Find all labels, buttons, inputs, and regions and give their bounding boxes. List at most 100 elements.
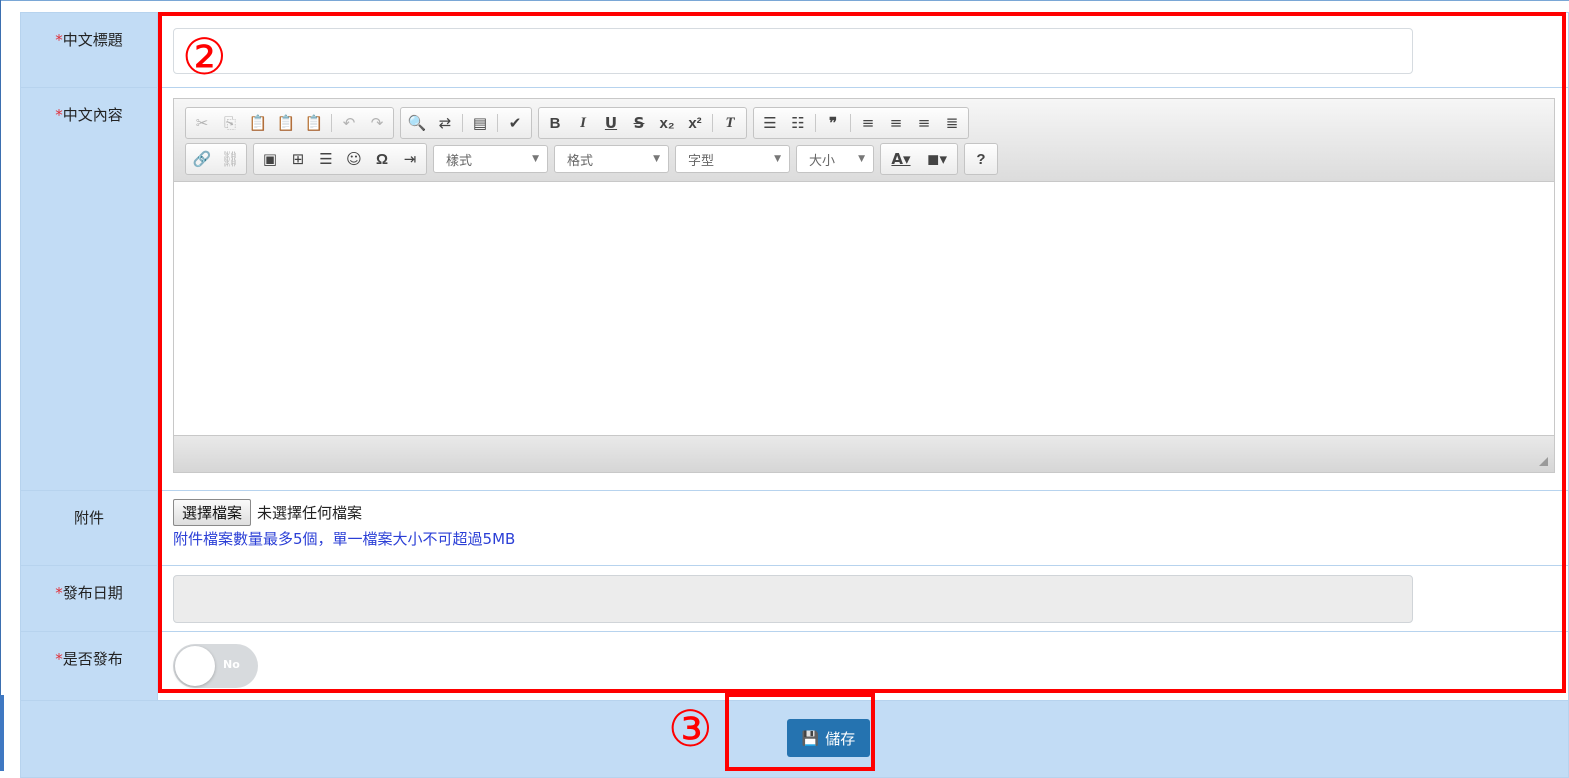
- title-label: *中文標題: [20, 12, 158, 88]
- unlink-icon[interactable]: ⛓: [218, 146, 242, 172]
- is-published-label: *是否發布: [20, 631, 158, 701]
- align-right-icon[interactable]: ≡: [912, 110, 936, 136]
- select-all-icon[interactable]: ▤: [468, 110, 492, 136]
- superscript-icon[interactable]: x²: [683, 110, 707, 136]
- cut-icon[interactable]: ✂: [190, 110, 214, 136]
- title-label-text: 中文標題: [62, 31, 123, 49]
- link-icon[interactable]: 🔗: [190, 146, 214, 172]
- title-field-cell: [157, 12, 1569, 88]
- styles-select[interactable]: 樣式 ▼: [433, 145, 548, 173]
- paste-text-icon[interactable]: 📋: [274, 110, 298, 136]
- toolbar-separator: [462, 114, 463, 132]
- content-label: *中文內容: [20, 87, 158, 491]
- help-icon[interactable]: ?: [969, 146, 993, 172]
- table-icon[interactable]: ⊞: [286, 146, 310, 172]
- font-select-label: 字型: [688, 153, 715, 169]
- left-border: [0, 0, 1, 771]
- save-button[interactable]: 💾 儲存: [786, 719, 871, 757]
- smiley-icon[interactable]: ☺: [342, 146, 366, 172]
- toolbar-separator: [712, 114, 713, 132]
- toolbar-separator: [497, 114, 498, 132]
- title-input[interactable]: [173, 28, 1413, 74]
- required-mark: *: [55, 31, 63, 49]
- toolbar-row-1: ✂ ⎘ 📋 📋 📋 ↶ ↷ 🔍 ⇄ ▤ ✔ B I U S x₂ x² T ☰ …: [185, 105, 1554, 141]
- justify-icon[interactable]: ≣: [940, 110, 964, 136]
- chevron-down-icon: ▼: [653, 154, 660, 164]
- file-status-text: 未選擇任何檔案: [257, 504, 363, 522]
- colors-group: A▾ ◼▾: [880, 143, 958, 175]
- redo-icon[interactable]: ↷: [365, 110, 389, 136]
- editor-status-bar: [174, 435, 1554, 472]
- publish-date-label-text: 發布日期: [62, 584, 123, 602]
- horizontal-rule-icon[interactable]: ☰: [314, 146, 338, 172]
- strikethrough-icon[interactable]: S: [627, 110, 651, 136]
- bg-color-icon[interactable]: ◼▾: [921, 146, 953, 172]
- rich-text-editor: ✂ ⎘ 📋 📋 📋 ↶ ↷ 🔍 ⇄ ▤ ✔ B I U S x₂ x² T ☰ …: [173, 98, 1555, 473]
- styles-select-label: 樣式: [446, 153, 473, 169]
- find-icon[interactable]: 🔍: [405, 110, 429, 136]
- form-footer: 💾 儲存: [20, 700, 1569, 778]
- text-color-icon[interactable]: A▾: [885, 146, 917, 172]
- news-form: *中文標題 *中文內容 ✂ ⎘ 📋 📋 📋 ↶ ↷ 🔍 ⇄ ▤ ✔ B I U …: [20, 12, 1569, 778]
- attachment-label-text: 附件: [73, 509, 104, 527]
- publish-toggle[interactable]: No: [173, 644, 258, 688]
- publish-date-cell: [157, 565, 1569, 632]
- subscript-icon[interactable]: x₂: [655, 110, 679, 136]
- bulleted-list-icon[interactable]: ☷: [786, 110, 810, 136]
- toolbar-separator: [815, 114, 816, 132]
- top-border: [0, 0, 1569, 1]
- publish-date-label: *發布日期: [20, 565, 158, 632]
- remove-format-icon[interactable]: T: [718, 110, 742, 136]
- content-label-text: 中文內容: [62, 106, 123, 124]
- image-icon[interactable]: ▣: [258, 146, 282, 172]
- chevron-down-icon: ▼: [858, 154, 865, 164]
- blockquote-icon[interactable]: ❞: [821, 110, 845, 136]
- insert-group: ▣ ⊞ ☰ ☺ Ω ⇥: [253, 143, 427, 175]
- publish-date-input[interactable]: [173, 575, 1413, 623]
- editor-content-area[interactable]: [174, 182, 1554, 435]
- page-break-icon[interactable]: ⇥: [398, 146, 422, 172]
- numbered-list-icon[interactable]: ☰: [758, 110, 782, 136]
- resize-grip-icon[interactable]: [1539, 457, 1548, 466]
- underline-icon[interactable]: U: [599, 110, 623, 136]
- required-mark: *: [55, 106, 63, 124]
- paste-word-icon[interactable]: 📋: [302, 110, 326, 136]
- chevron-down-icon: ▼: [774, 154, 781, 164]
- italic-icon[interactable]: I: [571, 110, 595, 136]
- editing-group: 🔍 ⇄ ▤ ✔: [400, 107, 532, 139]
- size-select-label: 大小: [809, 153, 836, 169]
- align-center-icon[interactable]: ≡: [884, 110, 908, 136]
- size-select[interactable]: 大小 ▼: [796, 145, 874, 173]
- bold-icon[interactable]: B: [543, 110, 567, 136]
- is-published-label-text: 是否發布: [62, 650, 123, 668]
- attachment-field-cell: 選擇檔案 未選擇任何檔案 附件檔案數量最多5個，單一檔案大小不可超過5MB: [157, 490, 1569, 566]
- paste-icon[interactable]: 📋: [246, 110, 270, 136]
- font-select[interactable]: 字型 ▼: [675, 145, 790, 173]
- replace-icon[interactable]: ⇄: [433, 110, 457, 136]
- links-group: 🔗 ⛓: [185, 143, 247, 175]
- spellcheck-icon[interactable]: ✔: [503, 110, 527, 136]
- paragraph-group: ☰ ☷ ❞ ≡ ≡ ≡ ≣: [753, 107, 969, 139]
- toolbar-separator: [850, 114, 851, 132]
- toggle-state-text: No: [223, 658, 240, 671]
- left-accent: [0, 695, 4, 771]
- save-button-label: 儲存: [825, 730, 856, 748]
- editor-toolbar: ✂ ⎘ 📋 📋 📋 ↶ ↷ 🔍 ⇄ ▤ ✔ B I U S x₂ x² T ☰ …: [174, 99, 1554, 182]
- basic-styles-group: B I U S x₂ x² T: [538, 107, 747, 139]
- required-mark: *: [55, 650, 63, 668]
- special-char-icon[interactable]: Ω: [370, 146, 394, 172]
- undo-icon[interactable]: ↶: [337, 110, 361, 136]
- content-field-cell: ✂ ⎘ 📋 📋 📋 ↶ ↷ 🔍 ⇄ ▤ ✔ B I U S x₂ x² T ☰ …: [157, 87, 1569, 491]
- format-select-label: 格式: [567, 153, 594, 169]
- choose-file-button[interactable]: 選擇檔案: [173, 499, 252, 526]
- clipboard-group: ✂ ⎘ 📋 📋 📋 ↶ ↷: [185, 107, 394, 139]
- format-select[interactable]: 格式 ▼: [554, 145, 669, 173]
- attachment-label: 附件: [20, 490, 158, 566]
- file-picker: 選擇檔案 未選擇任何檔案: [173, 499, 1568, 526]
- toolbar-row-2: 🔗 ⛓ ▣ ⊞ ☰ ☺ Ω ⇥ 樣式 ▼ 格式 ▼ 字型 ▼ 大小 ▼ A▾ ◼…: [185, 141, 1554, 177]
- align-left-icon[interactable]: ≡: [856, 110, 880, 136]
- is-published-cell: No: [157, 631, 1569, 701]
- required-mark: *: [55, 584, 63, 602]
- chevron-down-icon: ▼: [532, 154, 539, 164]
- copy-icon[interactable]: ⎘: [218, 110, 242, 136]
